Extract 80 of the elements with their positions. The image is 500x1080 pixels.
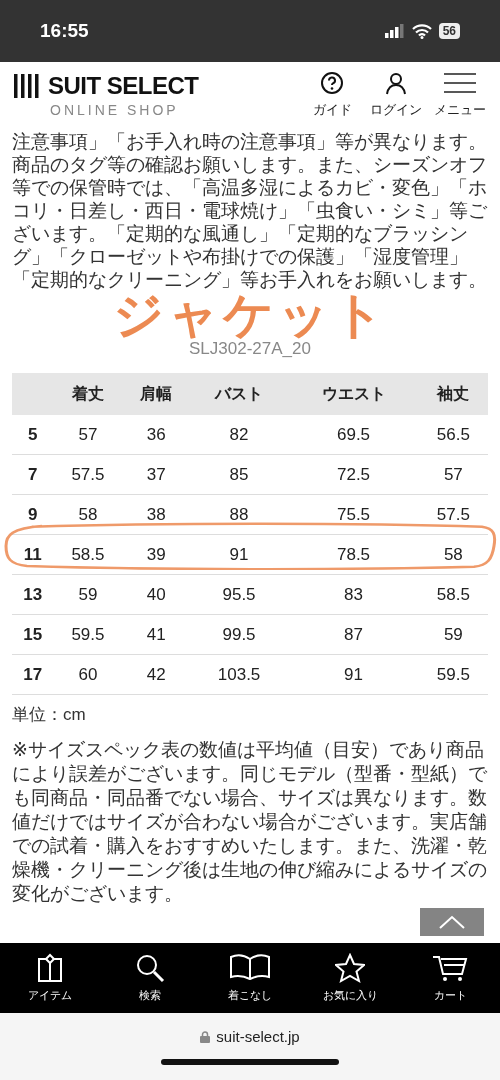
site-logo[interactable]: SUIT SELECT (48, 72, 199, 100)
size-cell: 11 (12, 534, 54, 575)
table-cell: 37 (122, 454, 190, 495)
table-cell: 85 (189, 454, 289, 495)
user-icon (384, 71, 408, 95)
tab-bar-item[interactable]: 検索 (105, 953, 195, 1003)
table-cell: 58.5 (418, 574, 488, 615)
table-cell: 58 (418, 534, 488, 575)
table-cell: 87 (288, 614, 419, 655)
header-nav-button[interactable]: ログイン (370, 71, 422, 119)
search-icon (135, 953, 165, 983)
logo-bars-icon (14, 74, 40, 98)
table-cell: 72.5 (288, 454, 419, 495)
size-cell: 15 (12, 614, 54, 655)
table-cell: 99.5 (189, 614, 289, 655)
table-cell: 57.5 (53, 454, 123, 495)
table-cell: 59 (53, 574, 123, 615)
table-cell: 38 (122, 494, 190, 535)
tab-bar-item[interactable]: アイテム (5, 953, 95, 1003)
cart-icon (432, 953, 468, 983)
table-cell: 69.5 (288, 415, 419, 455)
product-code: SLJ302-27A_20 (188, 339, 312, 359)
table-cell: 91 (189, 534, 289, 575)
star-icon (335, 953, 365, 983)
table-cell: 59.5 (53, 614, 123, 655)
status-time: 16:55 (40, 20, 89, 42)
table-cell: 58.5 (53, 534, 123, 575)
header-nav-button[interactable]: メニュー (434, 71, 486, 119)
chevron-up-icon (439, 915, 465, 929)
size-cell: 5 (12, 415, 54, 455)
table-cell: 40 (122, 574, 190, 615)
table-cell: 41 (122, 614, 190, 655)
table-cell: 59 (418, 614, 488, 655)
table-cell: 58 (53, 494, 123, 535)
table-cell: 56.5 (418, 415, 488, 455)
size-note: ※サイズスペック表の数値は平均値（目安）であり商品により誤差がございます。同じモデル（型番・型紙）でも同商品・同品番でない場合、サイズは異なります。数値だけではサイズが合わない場合がございます。実店舗での試着・購入をおすすめいたします。また、洗濯・乾燥機・クリーニング後は生地の伸び縮みによるサイズの変化がございます。 (11, 738, 488, 906)
book-icon (229, 953, 271, 983)
table-cell: 103.5 (189, 654, 289, 695)
wifi-icon (411, 23, 432, 39)
table-cell: 59.5 (418, 654, 488, 695)
product-title: ジャケット (112, 291, 388, 339)
size-cell: 7 (12, 454, 54, 495)
scroll-top-button[interactable] (420, 908, 484, 936)
table-cell: 82 (189, 415, 289, 455)
table-cell: 57 (53, 415, 123, 455)
tab-bar-item[interactable]: カート (405, 953, 495, 1003)
column-header: 着丈 (53, 373, 123, 415)
column-header: バスト (189, 373, 289, 415)
battery-level: 56 (438, 23, 460, 39)
table-cell: 83 (288, 574, 419, 615)
table-cell: 75.5 (288, 494, 419, 535)
table-cell: 42 (122, 654, 190, 695)
table-cell: 57.5 (418, 494, 488, 535)
table-cell: 78.5 (288, 534, 419, 575)
help-icon (320, 71, 344, 95)
lock-icon (200, 1030, 211, 1043)
care-instructions: 注意事項」「お手入れ時の注意事項」等が異なります。商品のタグ等の確認お願いします。また、シーズンオフ等での保管時では、「高温多湿によるカビ・変色」「ホコリ・日差し・西日・電球焼け」「虫食い・シミ」等ございます。「定期的な風通し」「定期的なブラッシング」「クローゼットや布掛けでの保護」「湿度管理」「定期的なクリーニング」等お手入れをお願いします。 (11, 130, 488, 291)
logo-tagline: ONLINE SHOP (50, 102, 180, 118)
size-cell: 9 (12, 494, 54, 535)
size-cell: 17 (12, 654, 54, 695)
table-cell: 57 (418, 454, 488, 495)
table-cell: 88 (189, 494, 289, 535)
size-cell: 13 (12, 574, 54, 615)
header-nav-button[interactable]: ガイド (306, 71, 358, 119)
signal-icon (384, 24, 405, 38)
column-header: ウエスト (288, 373, 419, 415)
table-cell: 39 (122, 534, 190, 575)
header-cell (12, 373, 54, 415)
unit-label: 単位：cm (11, 704, 87, 726)
column-header: 肩幅 (122, 373, 190, 415)
tab-bar-item[interactable]: お気に入り (305, 953, 395, 1003)
table-cell: 91 (288, 654, 419, 695)
tab-bar-item[interactable]: 着こなし (205, 953, 295, 1003)
table-cell: 36 (122, 415, 190, 455)
url-text[interactable]: suit-select.jp (216, 1028, 300, 1045)
table-cell: 60 (53, 654, 123, 695)
shirt-icon (35, 953, 65, 983)
column-header: 袖丈 (418, 373, 488, 415)
menu-icon (444, 71, 476, 95)
table-cell: 95.5 (189, 574, 289, 615)
